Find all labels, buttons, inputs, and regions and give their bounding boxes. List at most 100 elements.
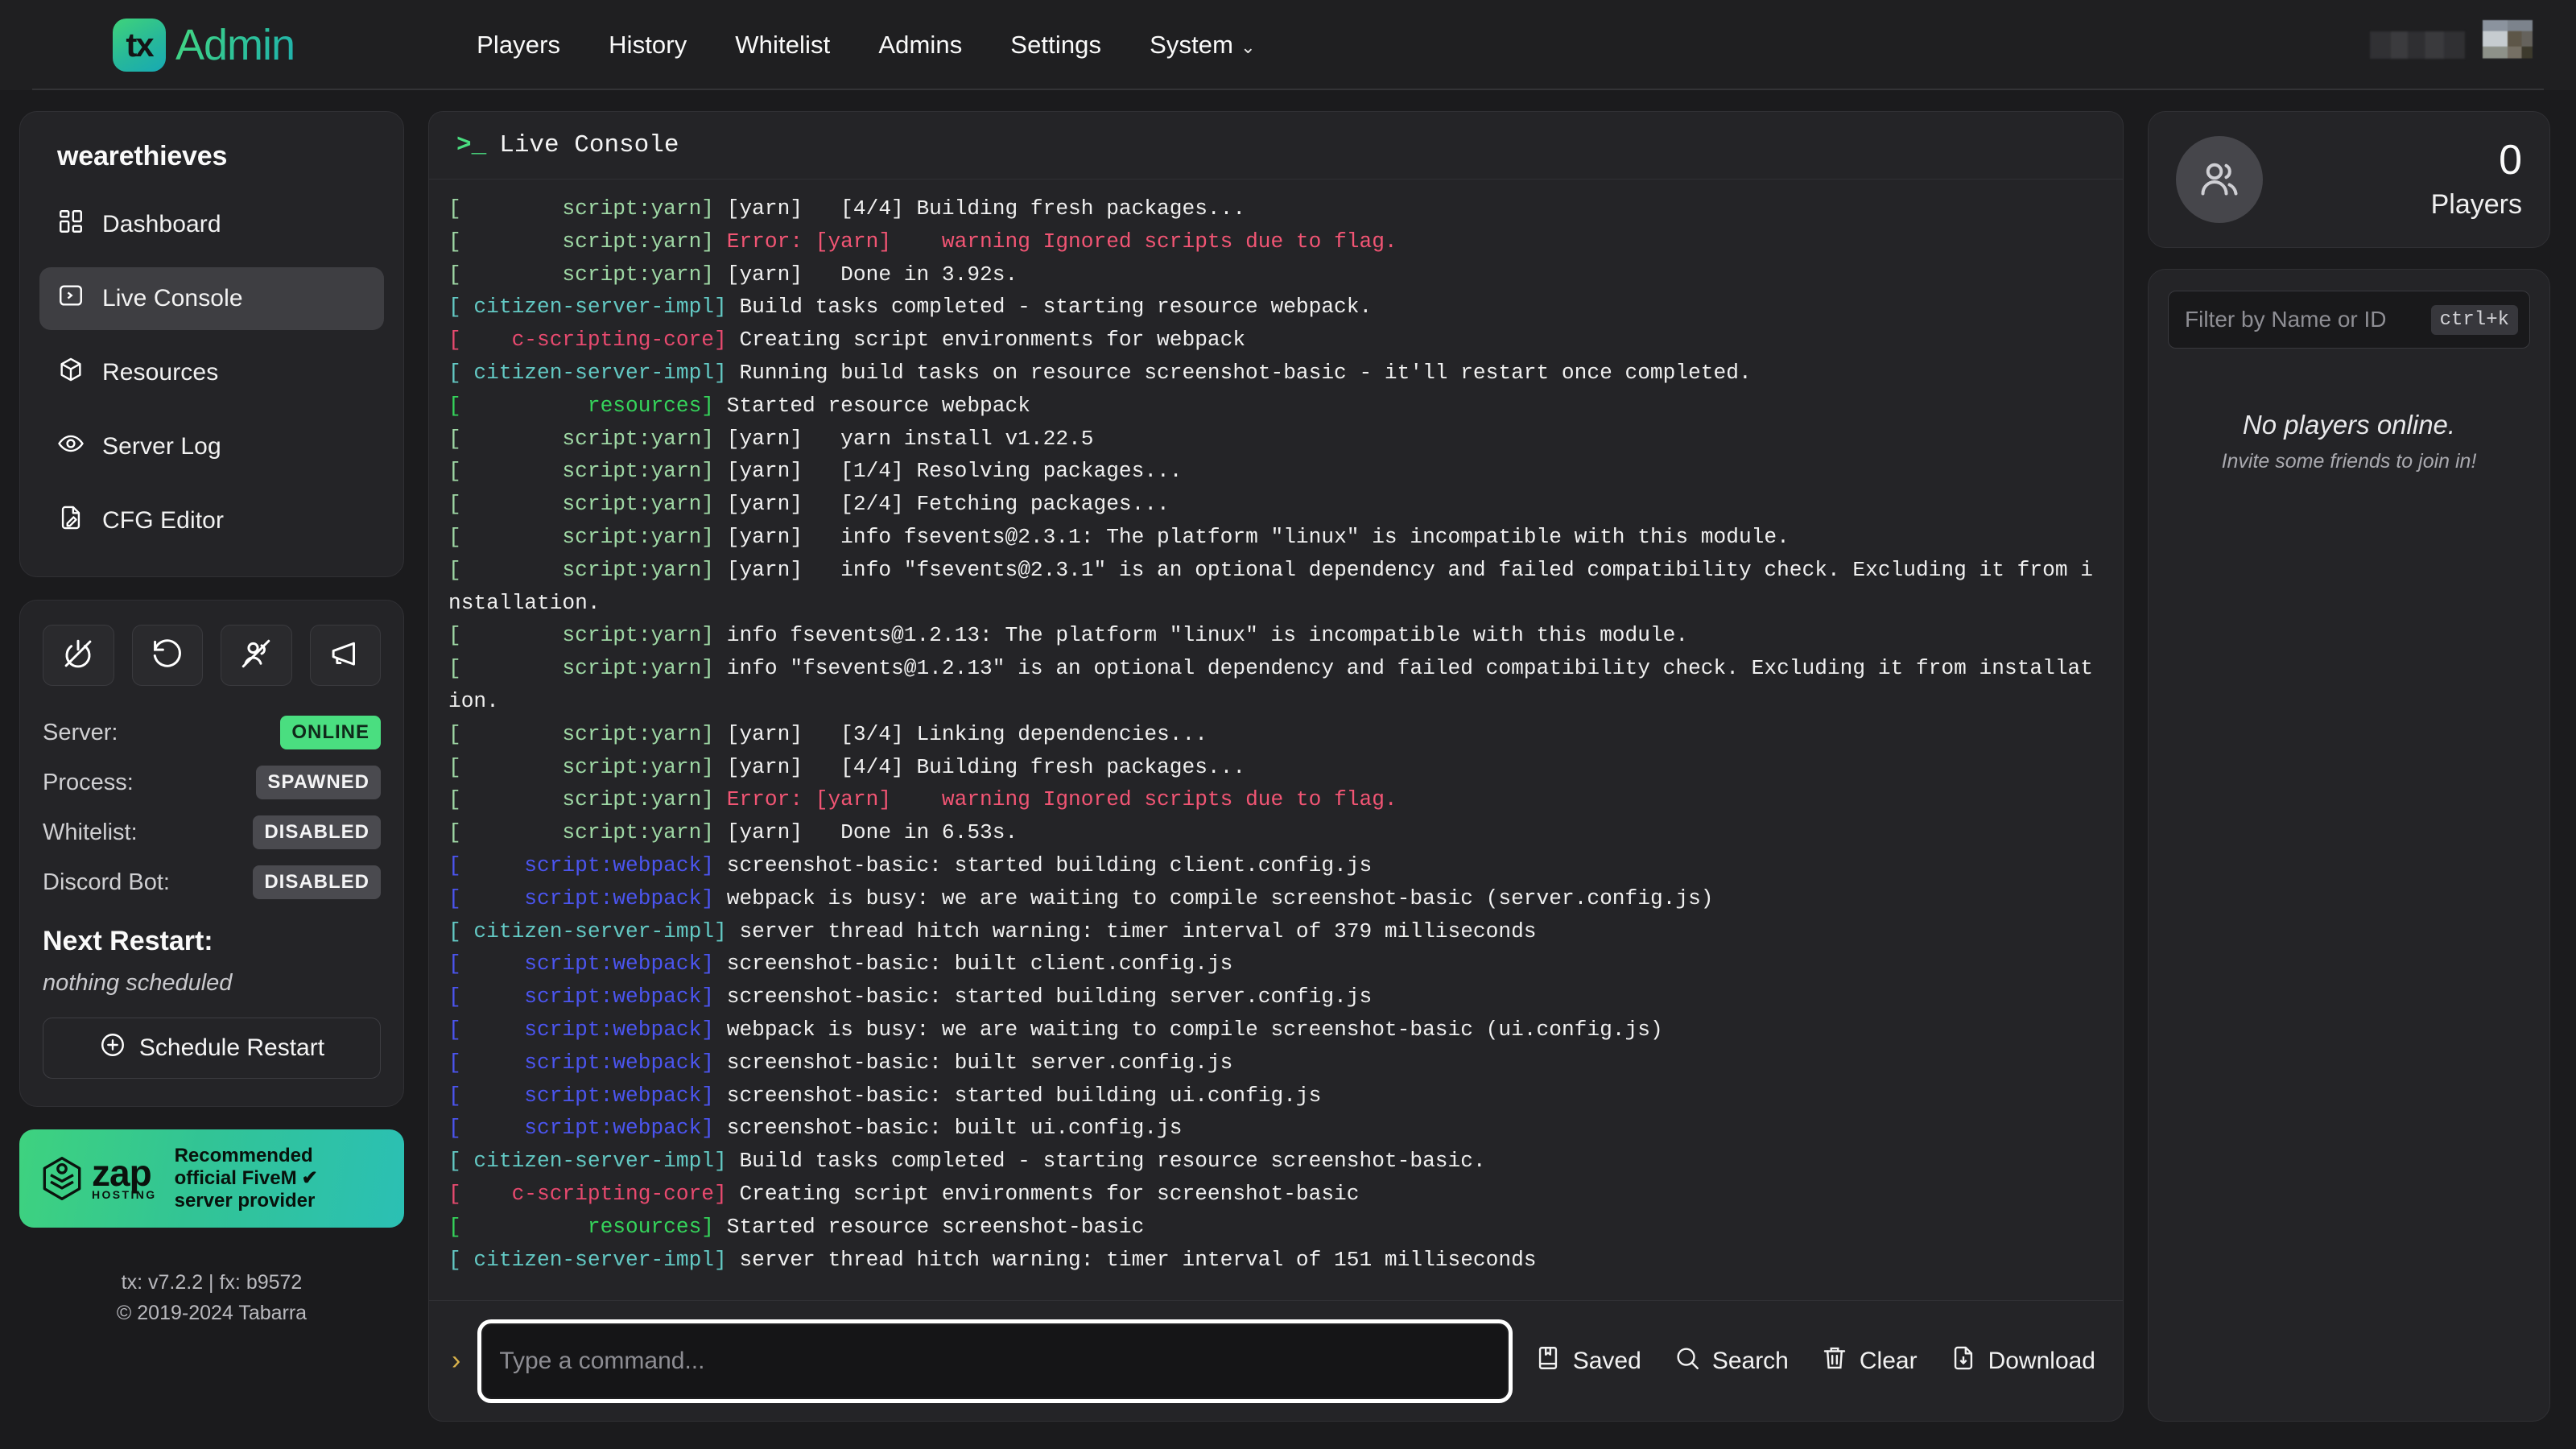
console-output[interactable]: [ script:yarn] [yarn] [4/4] Building fre… xyxy=(429,180,2123,1300)
players-filter-input[interactable] xyxy=(2185,307,2431,332)
command-input-wrapper[interactable] xyxy=(481,1323,1509,1399)
stop-server-button[interactable] xyxy=(43,625,114,686)
console-line-prefix: [ script:yarn] xyxy=(448,754,715,779)
nav-link-settings[interactable]: Settings xyxy=(986,21,1125,69)
sidebar-item-label: Dashboard xyxy=(102,211,221,237)
status-row-server: Server: ONLINE xyxy=(43,713,381,752)
copyright-text: © 2019-2024 Tabarra xyxy=(116,1301,308,1324)
console-line: [ script:webpack] screenshot-basic: buil… xyxy=(448,1046,2105,1080)
announcement-button[interactable] xyxy=(309,625,381,686)
console-line-text: [yarn] info fsevents@2.3.1: The platform… xyxy=(714,524,1790,549)
players-empty-title: No players online. xyxy=(2242,410,2456,440)
sidebar-item-label: Server Log xyxy=(102,433,221,460)
navbar-links: Players History Whitelist Admins Setting… xyxy=(452,21,1280,69)
sidebar-item-server-log[interactable]: Server Log xyxy=(39,415,384,478)
zap-line-2: official FiveM xyxy=(174,1166,297,1189)
console-line: [ script:yarn] [yarn] [3/4] Linking depe… xyxy=(448,718,2105,751)
grid-icon xyxy=(57,208,85,242)
restart-server-button[interactable] xyxy=(131,625,203,686)
console-line-text: screenshot-basic: started building ui.co… xyxy=(714,1083,1322,1108)
download-button[interactable]: Download xyxy=(1950,1344,2095,1378)
sidebar-item-live-console[interactable]: Live Console xyxy=(39,267,384,330)
sidebar-item-dashboard[interactable]: Dashboard xyxy=(39,193,384,256)
console-line: [ script:yarn] Error: [yarn] warning Ign… xyxy=(448,783,2105,816)
console-line: [ script:webpack] screenshot-basic: star… xyxy=(448,849,2105,882)
terminal-icon xyxy=(57,282,85,316)
console-line-prefix: [ resources] xyxy=(448,393,715,418)
console-line: [ resources] Started resource webpack xyxy=(448,390,2105,423)
verified-badge-icon: ✔ xyxy=(301,1166,318,1189)
sidebar-item-resources[interactable]: Resources xyxy=(39,341,384,404)
console-line-prefix: [ script:yarn] xyxy=(448,492,715,517)
kick-all-button[interactable] xyxy=(221,625,292,686)
players-empty-subtitle: Invite some friends to join in! xyxy=(2221,450,2477,473)
console-line: [ script:webpack] screenshot-basic: buil… xyxy=(448,947,2105,980)
sidebar: wearethieves Dashboard Live Console Reso… xyxy=(19,111,404,1422)
txadmin-logo-icon: tx xyxy=(113,19,166,72)
console-line: [ script:yarn] [yarn] [2/4] Fetching pac… xyxy=(448,488,2105,521)
console-line-text: Started resource screenshot-basic xyxy=(714,1214,1145,1239)
brand-logo[interactable]: tx Admin xyxy=(113,19,295,72)
schedule-restart-button[interactable]: Schedule Restart xyxy=(43,1018,381,1079)
zap-tagline: Recommended official FiveM ✔ server provi… xyxy=(175,1145,318,1212)
console-line: [ script:yarn] [yarn] Done in 6.53s. xyxy=(448,816,2105,849)
eye-icon xyxy=(57,430,85,464)
console-line-text: Build tasks completed - starting resourc… xyxy=(726,1149,1486,1174)
players-count-value: 0 xyxy=(2499,136,2522,184)
zap-hosting-banner[interactable]: zap HOSTING Recommended official FiveM ✔ s… xyxy=(19,1129,404,1228)
status-row-discord-bot: Discord Bot: DISABLED xyxy=(43,863,381,902)
zap-cube-icon xyxy=(37,1154,87,1203)
status-row-process: Process: SPAWNED xyxy=(43,763,381,802)
console-title: Live Console xyxy=(499,131,679,159)
console-line-text: Creating script environments for webpack xyxy=(726,328,1246,353)
box-icon xyxy=(57,356,85,390)
download-label: Download xyxy=(1988,1347,2095,1374)
console-line: [ script:yarn] [yarn] Done in 3.92s. xyxy=(448,258,2105,291)
console-line: [ c-scripting-core] Creating script envi… xyxy=(448,324,2105,357)
live-console-panel: >_ Live Console [ script:yarn] [yarn] [4… xyxy=(428,111,2124,1422)
sidebar-item-label: Live Console xyxy=(102,285,243,312)
sidebar-item-label: CFG Editor xyxy=(102,507,225,534)
command-input[interactable] xyxy=(499,1347,1491,1375)
console-line-prefix: [ script:webpack] xyxy=(448,886,715,910)
console-line-prefix: [ script:webpack] xyxy=(448,1050,715,1075)
console-line-text: server thread hitch warning: timer inter… xyxy=(726,919,1537,943)
console-line-text: webpack is busy: we are waiting to compi… xyxy=(714,886,1714,910)
players-summary-card: 0 Players xyxy=(2148,111,2550,248)
console-line-text: [yarn] [2/4] Fetching packages... xyxy=(714,492,1170,517)
nav-link-history[interactable]: History xyxy=(584,21,711,69)
username-redacted xyxy=(2370,31,2465,59)
console-line: [ citizen-server-impl] Build tasks compl… xyxy=(448,1145,2105,1178)
navbar-user-area[interactable] xyxy=(2370,20,2544,70)
avatar[interactable] xyxy=(2483,20,2533,70)
console-line-prefix: [ script:yarn] xyxy=(448,623,715,648)
players-list-card: ctrl+k No players online. Invite some fr… xyxy=(2148,269,2550,1422)
console-line: [ script:webpack] screenshot-basic: star… xyxy=(448,1080,2105,1113)
bookmark-icon xyxy=(1534,1344,1562,1378)
console-line: [ script:yarn] [yarn] yarn install v1.22… xyxy=(448,423,2105,456)
search-icon xyxy=(1674,1344,1701,1378)
nav-link-label: Whitelist xyxy=(735,31,831,59)
nav-link-system[interactable]: System ⌄ xyxy=(1125,21,1280,69)
search-button[interactable]: Search xyxy=(1674,1344,1789,1378)
nav-link-whitelist[interactable]: Whitelist xyxy=(711,21,854,69)
clear-label: Clear xyxy=(1859,1347,1918,1374)
nav-link-admins[interactable]: Admins xyxy=(854,21,986,69)
console-line: [ script:yarn] info fsevents@1.2.13: The… xyxy=(448,619,2105,652)
console-line: [ script:webpack] webpack is busy: we ar… xyxy=(448,882,2105,915)
players-filter-wrapper[interactable]: ctrl+k xyxy=(2168,291,2530,349)
txadmin-app: tx Admin Players History Whitelist Admin… xyxy=(0,0,2576,1449)
sidebar-item-cfg-editor[interactable]: CFG Editor xyxy=(39,489,384,552)
console-line-prefix: [ script:webpack] xyxy=(448,952,715,976)
zap-wordmark: zap HOSTING xyxy=(92,1154,157,1200)
clear-button[interactable]: Clear xyxy=(1821,1344,1918,1378)
players-count-label: Players xyxy=(2430,188,2522,220)
saved-button[interactable]: Saved xyxy=(1534,1344,1641,1378)
nav-link-players[interactable]: Players xyxy=(452,21,584,69)
console-line: [ c-scripting-core] Creating script envi… xyxy=(448,1178,2105,1211)
server-name: wearethieves xyxy=(57,141,228,171)
sidebar-item-label: Resources xyxy=(102,359,219,386)
players-count-block: 0 Players xyxy=(2431,139,2522,221)
console-line-prefix: [ script:webpack] xyxy=(448,1017,715,1042)
console-line-prefix: [ script:yarn] xyxy=(448,196,715,221)
